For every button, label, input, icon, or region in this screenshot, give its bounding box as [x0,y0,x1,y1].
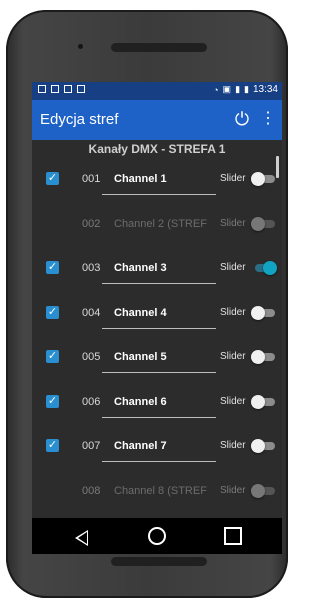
slider-label: Slider [220,484,246,496]
signal-icon: ▮ [235,84,241,94]
channel-number: 004 [82,306,101,319]
slider-toggle[interactable] [251,483,277,498]
slider-label: Slider [220,351,246,362]
slider-toggle[interactable] [251,350,277,364]
home-button[interactable] [142,524,172,548]
channel-row: ✓ 003 Channel 3 Slider [32,247,282,291]
more-vert-icon[interactable]: ⋮ [260,108,276,130]
slider-toggle[interactable] [251,216,277,231]
android-icon [77,85,85,93]
channel-checkbox[interactable]: ✓ [46,261,59,274]
channel-checkbox[interactable]: ✓ [46,439,59,452]
app-bar: Edycja stref ⏻ ⋮ [32,100,282,140]
channel-name-field[interactable]: Channel 2 (STREF [114,218,210,230]
channel-number: 005 [82,351,101,363]
channel-name-field[interactable]: Channel 8 (STREF [114,485,210,497]
channel-row: 002 Channel 2 (STREF Slider [32,203,282,247]
screen: ◔ ▣ ▮ ▮ 13:34 Edycja stref ⏻ ⋮ Kanały DM… [32,82,282,554]
app-title: Edycja stref [40,111,119,128]
channel-number: 001 [82,173,101,185]
slider-label: Slider [220,262,246,273]
battery-saver-icon: ▣ [222,84,232,94]
camera [78,44,83,49]
field-underline [102,461,216,462]
toggle-knob [251,350,265,364]
channel-number: 002 [82,217,101,230]
section-title: Kanały DMX - STREFA 1 [88,142,226,156]
channel-name-field[interactable]: Channel 5 [114,351,210,363]
recents-button[interactable] [218,524,248,548]
channel-row: 008 Channel 8 (STREF Slider [32,470,282,514]
toggle-knob [251,305,265,320]
channel-name-field[interactable]: Channel 3 [114,262,210,274]
slider-toggle[interactable] [251,172,277,186]
channel-checkbox[interactable] [46,484,59,497]
slider-toggle[interactable] [251,261,277,275]
field-underline [102,194,216,195]
slider-label: Slider [220,440,246,451]
channel-row: ✓ 005 Channel 5 Slider [32,336,282,380]
battery-icon: ▮ [244,84,249,94]
wifi-icon: ◔ [213,84,219,95]
channel-checkbox[interactable]: ✓ [46,305,59,319]
field-underline [102,416,216,418]
clock: 13:34 [252,84,278,95]
channel-number: 007 [82,440,101,452]
bottom-speaker [111,557,207,566]
navigation-bar [32,518,282,554]
channel-number: 003 [82,262,101,274]
slider-toggle[interactable] [251,439,277,453]
channel-name-field[interactable]: Channel 1 [114,173,210,185]
channel-checkbox[interactable]: ✓ [46,172,59,185]
channel-row: ✓ 004 Channel 4 Slider [32,292,282,336]
lock-icon [51,85,59,93]
channel-name-field[interactable]: Channel 6 [114,396,210,408]
toggle-knob [251,483,265,498]
phone-frame: ◔ ▣ ▮ ▮ 13:34 Edycja stref ⏻ ⋮ Kanały DM… [6,10,288,598]
slider-label: Slider [220,173,246,184]
usb-icon [64,85,72,93]
channel-row: ✓ 007 Channel 7 Slider [32,425,282,469]
slider-label: Slider [220,217,246,229]
back-button[interactable] [66,524,96,548]
scrollbar[interactable] [276,156,279,178]
toggle-knob [251,394,265,409]
slider-label: Slider [220,395,246,407]
channel-row: ✓ 006 Channel 6 Slider [32,381,282,425]
channel-checkbox[interactable]: ✓ [46,394,59,408]
home-circle-icon [148,527,166,545]
channel-row: ✓ 001 Channel 1 Slider [32,158,282,202]
slider-toggle[interactable] [251,394,277,409]
field-underline [102,327,216,329]
channel-checkbox[interactable]: ✓ [46,350,59,363]
recents-square-icon [224,527,242,545]
top-speaker [111,43,207,52]
power-icon[interactable]: ⏻ [231,108,253,130]
toggle-knob [251,439,265,453]
status-bar: ◔ ▣ ▮ ▮ 13:34 [32,82,282,100]
field-underline [102,283,216,284]
toggle-knob [251,172,265,186]
channel-number: 006 [82,395,101,408]
channel-name-field[interactable]: Channel 7 [114,440,210,452]
channel-checkbox[interactable] [46,217,59,230]
channel-number: 008 [82,484,101,497]
image-icon [38,85,46,93]
slider-label: Slider [220,306,246,318]
field-underline [102,372,216,373]
back-triangle-icon [74,530,88,546]
channel-name-field[interactable]: Channel 4 [114,307,210,319]
slider-toggle[interactable] [251,305,277,320]
toggle-knob [251,216,265,231]
toggle-knob [263,261,277,275]
